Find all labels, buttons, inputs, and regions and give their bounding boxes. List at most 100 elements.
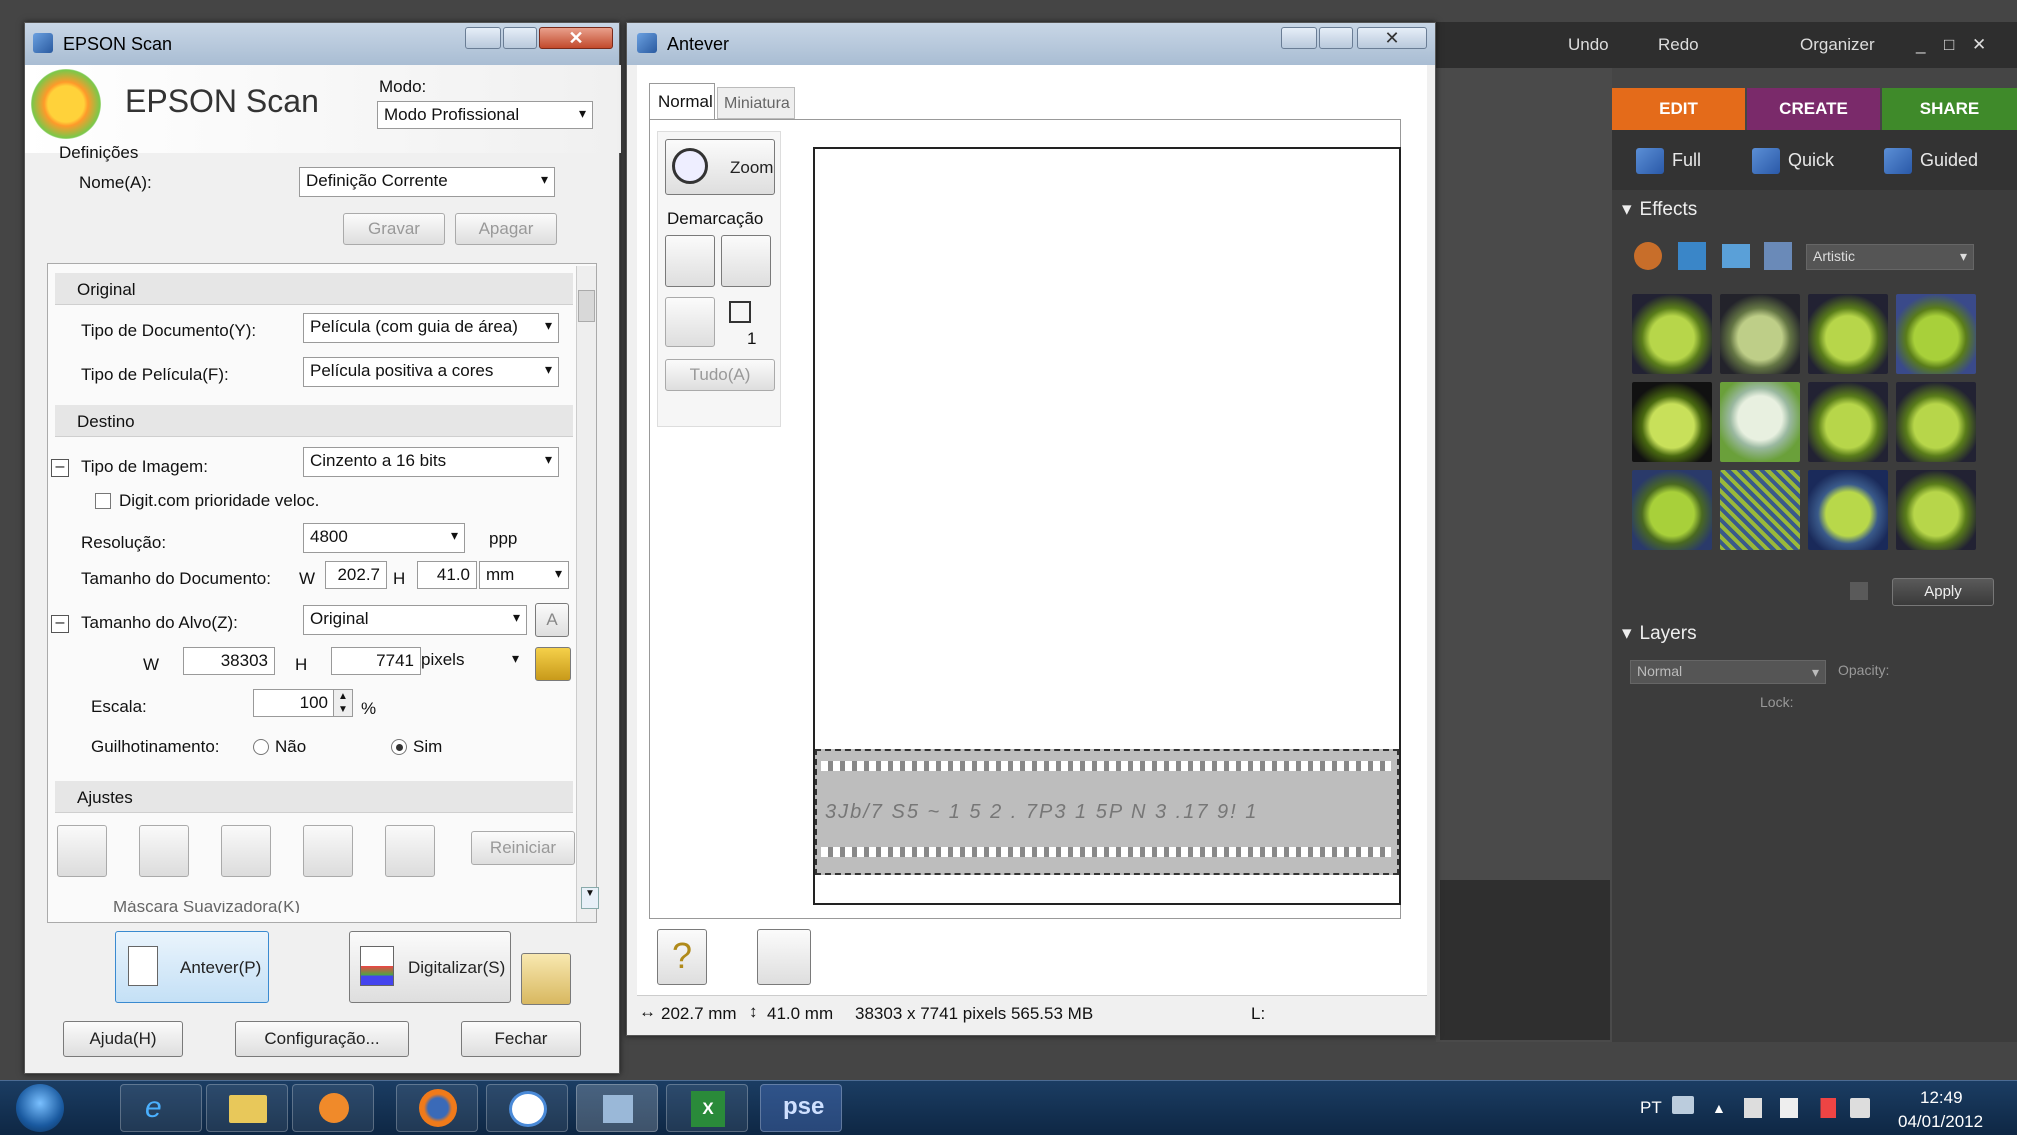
volume-icon[interactable] — [1850, 1098, 1870, 1118]
preview-magnifier-icon[interactable] — [757, 929, 811, 985]
doc-type-select[interactable]: Película (com guia de área) — [303, 313, 559, 343]
photo-effects-icon[interactable] — [1722, 244, 1750, 268]
minimize-button[interactable] — [465, 27, 501, 49]
zoom-button[interactable]: Zoom — [665, 139, 775, 195]
clock-time[interactable]: 12:49 — [1920, 1088, 1963, 1108]
doc-height-field[interactable]: 41.0 — [417, 561, 477, 589]
signal-icon[interactable] — [1814, 1098, 1836, 1118]
filters-icon[interactable] — [1634, 242, 1662, 270]
tab-normal[interactable]: Normal — [649, 83, 715, 119]
effect-thumbnail[interactable] — [1720, 294, 1800, 374]
keyboard-icon[interactable] — [1672, 1096, 1694, 1114]
target-unit-select[interactable]: pixels — [415, 647, 525, 675]
tab-create[interactable]: CREATE — [1747, 88, 1880, 130]
image-type-select[interactable]: Cinzento a 16 bits — [303, 447, 559, 477]
effects-header[interactable]: Effects — [1622, 198, 1698, 221]
effect-thumbnail[interactable] — [1632, 382, 1712, 462]
undo-button[interactable]: Undo — [1568, 35, 1609, 55]
mode-select[interactable]: Modo Profissional — [377, 101, 593, 129]
scrollbar-thumb[interactable] — [578, 290, 595, 322]
text-enhance-button[interactable]: A — [535, 603, 569, 637]
effect-thumbnail[interactable] — [1896, 470, 1976, 550]
epson-taskbar-button[interactable] — [576, 1084, 658, 1132]
reset-button[interactable]: Reiniciar — [471, 831, 575, 865]
close-window-button[interactable]: ✕ — [539, 27, 613, 49]
maximize-button[interactable] — [503, 27, 537, 49]
tab-share[interactable]: SHARE — [1882, 88, 2017, 130]
lock-icon[interactable] — [535, 647, 571, 681]
maximize-icon[interactable]: □ — [1944, 35, 1954, 55]
close-button[interactable]: Fechar — [461, 1021, 581, 1057]
pse-taskbar-button[interactable]: pse — [760, 1084, 842, 1132]
effect-thumbnail[interactable] — [1808, 382, 1888, 462]
mode-guided-button[interactable]: Guided — [1884, 148, 1978, 174]
color-palette-icon[interactable] — [385, 825, 435, 877]
target-height-field[interactable]: 7741 — [331, 647, 421, 675]
effect-thumbnail[interactable] — [1632, 294, 1712, 374]
target-size-select[interactable]: Original — [303, 605, 527, 635]
help-icon[interactable]: ? — [657, 929, 707, 985]
fast-scan-checkbox[interactable] — [95, 493, 111, 509]
dell-taskbar-button[interactable] — [486, 1084, 568, 1132]
effect-thumbnail[interactable] — [1632, 470, 1712, 550]
all-effects-icon[interactable] — [1764, 242, 1792, 270]
save-button[interactable]: Gravar — [343, 213, 445, 245]
folder-icon[interactable] — [521, 953, 571, 1005]
preview-maximize-button[interactable] — [1319, 27, 1353, 49]
language-indicator[interactable]: PT — [1640, 1098, 1662, 1118]
trim-yes-radio[interactable] — [391, 739, 407, 755]
effect-thumbnail[interactable] — [1720, 382, 1800, 462]
start-button[interactable] — [16, 1084, 64, 1132]
tab-miniatura[interactable]: Miniatura — [717, 87, 795, 119]
trim-no-radio[interactable] — [253, 739, 269, 755]
trash-icon[interactable] — [1850, 582, 1868, 600]
effect-thumbnail[interactable] — [1808, 470, 1888, 550]
name-select[interactable]: Definição Corrente — [299, 167, 555, 197]
auto-locate-icon[interactable] — [665, 235, 715, 287]
preview-button[interactable]: Antever(P) — [115, 931, 269, 1003]
explorer-taskbar-button[interactable] — [206, 1084, 288, 1132]
apply-button[interactable]: Apply — [1892, 578, 1994, 606]
effect-thumbnail[interactable] — [1808, 294, 1888, 374]
mode-quick-button[interactable]: Quick — [1752, 148, 1834, 174]
histogram-icon[interactable] — [139, 825, 189, 877]
select-all-button[interactable]: Tudo(A) — [665, 359, 775, 391]
doc-unit-select[interactable]: mm — [479, 561, 569, 589]
tab-edit[interactable]: EDIT — [1612, 88, 1745, 130]
clock-date[interactable]: 04/01/2012 — [1898, 1112, 1983, 1132]
ie-taskbar-button[interactable]: e — [120, 1084, 202, 1132]
effect-thumbnail[interactable] — [1896, 294, 1976, 374]
effects-filter-select[interactable]: Artistic — [1806, 244, 1974, 270]
action-center-icon[interactable] — [1780, 1098, 1798, 1118]
target-size-collapse[interactable]: – — [51, 615, 69, 633]
tone-correction-icon[interactable] — [221, 825, 271, 877]
blend-mode-select[interactable]: Normal — [1630, 660, 1826, 684]
mode-full-button[interactable]: Full — [1636, 148, 1701, 174]
image-adjustment-icon[interactable] — [303, 825, 353, 877]
delete-button[interactable]: Apagar — [455, 213, 557, 245]
configuration-button[interactable]: Configuração... — [235, 1021, 409, 1057]
auto-exposure-icon[interactable] — [57, 825, 107, 877]
scan-button[interactable]: Digitalizar(S) — [349, 931, 511, 1003]
media-taskbar-button[interactable] — [292, 1084, 374, 1132]
settings-scrollbar[interactable] — [576, 266, 596, 922]
resolution-select[interactable]: 4800 — [303, 523, 465, 553]
close-icon[interactable]: ✕ — [1972, 35, 1986, 55]
firefox-taskbar-button[interactable] — [396, 1084, 478, 1132]
minimize-icon[interactable]: _ — [1916, 35, 1925, 55]
effect-thumbnail[interactable] — [1896, 382, 1976, 462]
scale-spinner[interactable]: ▲ ▼ — [333, 689, 353, 717]
effect-thumbnail[interactable] — [1720, 470, 1800, 550]
excel-taskbar-button[interactable]: X — [666, 1084, 748, 1132]
doc-width-field[interactable]: 202.7 — [325, 561, 387, 589]
layer-styles-icon[interactable] — [1678, 242, 1706, 270]
network-icon[interactable] — [1744, 1098, 1762, 1118]
film-type-select[interactable]: Película positiva a cores — [303, 357, 559, 387]
layers-header[interactable]: Layers — [1622, 622, 1697, 645]
help-button[interactable]: Ajuda(H) — [63, 1021, 183, 1057]
delete-marquee-icon[interactable] — [665, 297, 715, 347]
redo-button[interactable]: Redo — [1658, 35, 1699, 55]
target-width-field[interactable]: 38303 — [183, 647, 275, 675]
image-type-collapse[interactable]: – — [51, 459, 69, 477]
preview-minimize-button[interactable] — [1281, 27, 1317, 49]
